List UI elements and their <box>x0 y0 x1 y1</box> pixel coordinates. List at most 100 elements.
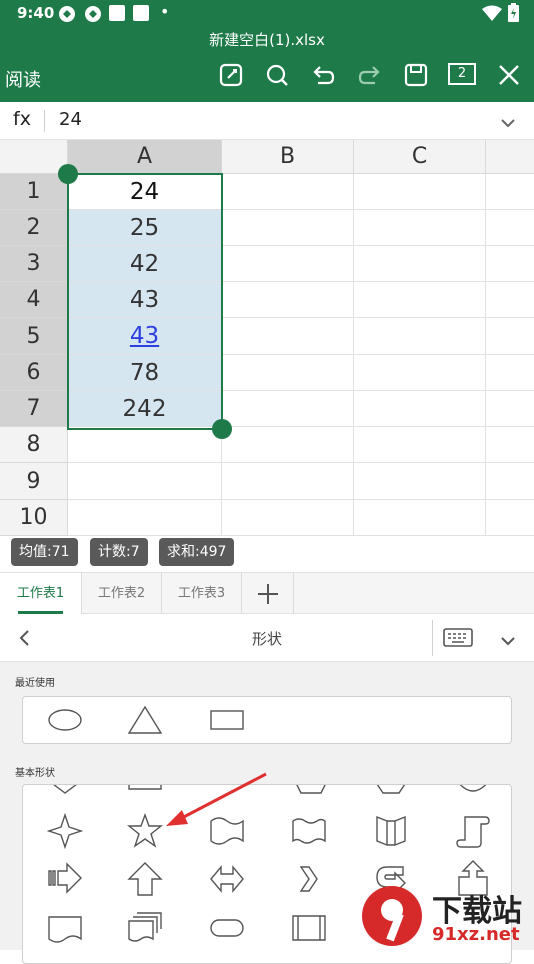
edit-icon[interactable] <box>218 62 244 88</box>
cell-c9[interactable] <box>354 463 486 500</box>
double-wave-shape[interactable] <box>291 815 327 847</box>
cell-d10[interactable] <box>486 500 534 536</box>
cell-b1[interactable] <box>222 174 354 210</box>
selection-handle-top[interactable] <box>58 164 78 184</box>
selection-handle-bottom[interactable] <box>212 419 232 439</box>
window-count-button[interactable]: 2 <box>448 63 476 85</box>
collapse-chevron-icon[interactable] <box>500 632 516 651</box>
save-icon[interactable] <box>403 62 429 88</box>
corner-header[interactable] <box>0 140 68 174</box>
cell-a9[interactable] <box>68 463 222 500</box>
watermark-mark <box>362 886 422 946</box>
cell-d1[interactable] <box>486 174 534 210</box>
cell-c10[interactable] <box>354 500 486 536</box>
row-header-3[interactable]: 3 <box>0 246 68 282</box>
cell-d6[interactable] <box>486 355 534 391</box>
left-right-arrow-shape[interactable] <box>209 863 245 895</box>
rectangle-shape[interactable] <box>209 709 245 731</box>
up-arrow-shape[interactable] <box>127 861 163 897</box>
scroll-shape[interactable] <box>455 813 491 849</box>
shape-partial-5[interactable] <box>455 784 491 797</box>
cell-a6[interactable]: 78 <box>68 355 222 391</box>
shape-partial-2[interactable] <box>127 784 163 797</box>
title-bar: 新建空白(1).xlsx 阅读 2 <box>0 26 534 102</box>
sheet-tab-3[interactable]: 工作表3 <box>162 573 242 614</box>
row-header-1[interactable]: 1 <box>0 174 68 210</box>
cell-a3[interactable]: 42 <box>68 246 222 282</box>
five-point-star-shape[interactable] <box>127 813 163 849</box>
cell-d5[interactable] <box>486 318 534 355</box>
cell-d2[interactable] <box>486 210 534 246</box>
shape-partial-4[interactable] <box>373 784 409 797</box>
cell-c5[interactable] <box>354 318 486 355</box>
column-header-c[interactable]: C <box>354 140 486 174</box>
search-icon[interactable] <box>264 62 290 88</box>
sheet-tab-2[interactable]: 工作表2 <box>82 573 162 614</box>
row-header-9[interactable]: 9 <box>0 463 68 500</box>
terminator-shape[interactable] <box>209 917 245 939</box>
cell-a7[interactable]: 242 <box>68 391 222 427</box>
cell-c2[interactable] <box>354 210 486 246</box>
ellipse-shape[interactable] <box>47 707 83 733</box>
sheet-tab-1[interactable]: 工作表1 <box>0 573 82 614</box>
row-header-4[interactable]: 4 <box>0 282 68 318</box>
cell-d8[interactable] <box>486 427 534 463</box>
plus-icon <box>258 584 278 604</box>
spreadsheet-grid[interactable]: A B C 1 24 2 25 3 42 4 43 5 43 6 78 7 242 8 9 10 均值:71 计… <box>0 140 534 570</box>
cell-c3[interactable] <box>354 246 486 282</box>
cell-c1[interactable] <box>354 174 486 210</box>
cell-d7[interactable] <box>486 391 534 427</box>
cell-d3[interactable] <box>486 246 534 282</box>
row-header-8[interactable]: 8 <box>0 427 68 463</box>
row-header-10[interactable]: 10 <box>0 500 68 536</box>
row-header-6[interactable]: 6 <box>0 355 68 391</box>
cell-b7[interactable] <box>222 391 354 427</box>
four-point-star-shape[interactable] <box>47 813 83 849</box>
row-header-7[interactable]: 7 <box>0 391 68 427</box>
vertical-scroll-fold-shape[interactable] <box>373 813 409 849</box>
cell-d4[interactable] <box>486 282 534 318</box>
fx-label: fx <box>13 108 31 130</box>
cell-a4[interactable]: 43 <box>68 282 222 318</box>
chevron-shape[interactable] <box>291 863 327 895</box>
add-sheet-button[interactable] <box>242 573 294 614</box>
striped-right-arrow-shape[interactable] <box>47 861 83 895</box>
cell-c8[interactable] <box>354 427 486 463</box>
row-header-5[interactable]: 5 <box>0 318 68 355</box>
document-shape[interactable] <box>47 913 83 947</box>
predefined-process-shape[interactable] <box>291 913 327 943</box>
cell-c4[interactable] <box>354 282 486 318</box>
column-header-b[interactable]: B <box>222 140 354 174</box>
column-header-d[interactable] <box>486 140 534 174</box>
cell-a2[interactable]: 25 <box>68 210 222 246</box>
cell-b5[interactable] <box>222 318 354 355</box>
cell-b8[interactable] <box>222 427 354 463</box>
cell-c6[interactable] <box>354 355 486 391</box>
multi-document-shape[interactable] <box>127 911 163 945</box>
cell-b6[interactable] <box>222 355 354 391</box>
cell-a8[interactable] <box>68 427 222 463</box>
cell-a1[interactable]: 24 <box>68 174 222 210</box>
cell-a10[interactable] <box>68 500 222 536</box>
cell-b9[interactable] <box>222 463 354 500</box>
cell-a5[interactable]: 43 <box>68 318 222 355</box>
shape-partial-1[interactable] <box>47 784 83 797</box>
cell-d9[interactable] <box>486 463 534 500</box>
formula-input[interactable]: 24 <box>59 109 82 130</box>
chevron-down-icon[interactable] <box>500 114 516 133</box>
column-header-a[interactable]: A <box>68 140 222 174</box>
redo-icon[interactable] <box>357 62 383 88</box>
cell-b4[interactable] <box>222 282 354 318</box>
triangle-shape[interactable] <box>127 705 163 735</box>
close-icon[interactable] <box>496 62 522 88</box>
shape-partial-3[interactable] <box>293 784 329 797</box>
cell-b2[interactable] <box>222 210 354 246</box>
cell-b10[interactable] <box>222 500 354 536</box>
keyboard-icon[interactable] <box>443 628 473 652</box>
cell-c7[interactable] <box>354 391 486 427</box>
watermark-logo: 下载站 91xz.net <box>360 880 534 950</box>
cell-b3[interactable] <box>222 246 354 282</box>
row-header-2[interactable]: 2 <box>0 210 68 246</box>
undo-icon[interactable] <box>310 62 336 88</box>
read-mode-label[interactable]: 阅读 <box>5 66 41 92</box>
